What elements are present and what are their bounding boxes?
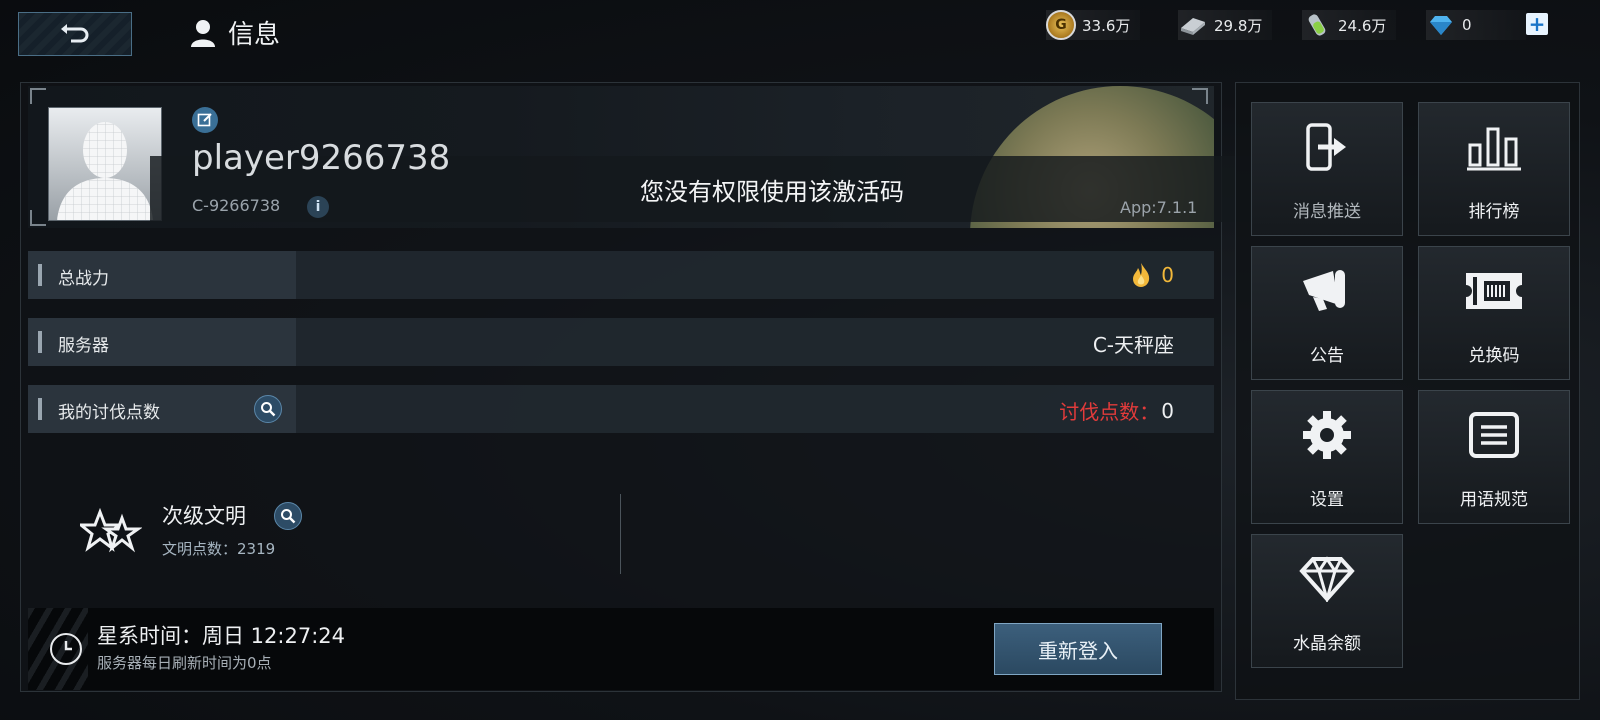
crusade-search-button[interactable] (254, 395, 282, 423)
gold-coin-icon: G (1046, 10, 1076, 40)
relogin-button[interactable]: 重新登入 (994, 623, 1162, 675)
clock-icon (50, 633, 82, 665)
server-label: 服务器 (58, 336, 109, 356)
power-row: 总战力 0 (28, 251, 1214, 299)
crusade-row: 我的讨伐点数 讨伐点数： 0 (28, 385, 1214, 433)
add-crystal-button[interactable]: + (1526, 13, 1548, 35)
gear-icon (1303, 411, 1351, 459)
gold-resource[interactable]: G 33.6万 (1046, 10, 1141, 40)
fuel-resource[interactable]: 24.6万 (1302, 10, 1397, 40)
fire-icon (1133, 263, 1150, 287)
divider (620, 494, 621, 574)
tile-label: 用语规范 (1460, 490, 1528, 510)
leaderboard-icon (1467, 127, 1521, 171)
app-version: App:7.1.1 (1120, 198, 1198, 217)
civilization-points: 文明点数：2319 (162, 540, 276, 558)
tile-settings[interactable]: 设置 (1251, 390, 1403, 524)
fuel-icon (1302, 10, 1332, 40)
avatar[interactable] (48, 107, 162, 221)
logout-icon (1306, 123, 1346, 171)
galaxy-time: 星系时间：周日 12:27:24 (97, 624, 345, 648)
tile-label: 兑换码 (1468, 346, 1520, 366)
stars-icon (80, 508, 142, 553)
alloy-value: 29.8万 (1214, 16, 1263, 35)
tile-redeem-code[interactable]: 兑换码 (1418, 246, 1570, 380)
crusade-label: 我的讨伐点数 (58, 403, 160, 423)
power-value: 0 (1161, 263, 1174, 287)
info-icon[interactable]: i (307, 196, 329, 218)
power-label: 总战力 (58, 269, 109, 289)
back-button[interactable] (18, 12, 132, 56)
edit-icon (197, 113, 212, 127)
crusade-value: 0 (1161, 398, 1174, 423)
toast-message: 您没有权限使用该激活码 (640, 178, 904, 206)
gold-value: 33.6万 (1082, 16, 1131, 35)
banner-corner (1192, 88, 1208, 104)
server-row: 服务器 C-天秤座 (28, 318, 1214, 366)
tile-label: 公告 (1310, 346, 1344, 366)
tile-label: 排行榜 (1468, 202, 1520, 222)
document-icon (1469, 412, 1519, 458)
crusade-value-label: 讨伐点数： (1059, 400, 1160, 424)
tile-label: 水晶余额 (1293, 634, 1361, 654)
search-icon (261, 402, 276, 417)
tile-language-policy[interactable]: 用语规范 (1418, 390, 1570, 524)
edit-name-button[interactable] (192, 107, 218, 133)
refresh-note: 服务器每日刷新时间为0点 (97, 654, 272, 672)
banner-corner (30, 88, 46, 104)
banner-corner (30, 210, 46, 226)
tile-label: 设置 (1310, 490, 1344, 510)
civilization-title: 次级文明 (162, 504, 246, 528)
ticket-icon (1466, 273, 1522, 309)
page-header: 信息 (190, 14, 280, 51)
back-arrow-icon (61, 24, 89, 43)
tile-label: 消息推送 (1293, 202, 1361, 222)
civilization-search-button[interactable] (274, 502, 302, 530)
user-icon (191, 19, 215, 47)
player-id: C-9266738 (192, 196, 281, 215)
tile-push-notifications[interactable]: 消息推送 (1251, 102, 1403, 236)
tile-announcement[interactable]: 公告 (1251, 246, 1403, 380)
alloy-resource[interactable]: 29.8万 (1178, 10, 1273, 40)
diamond-icon (1299, 556, 1355, 602)
player-name: player9266738 (192, 138, 451, 178)
tile-crystal-balance[interactable]: 水晶余额 (1251, 534, 1403, 668)
crystal-value: 0 (1462, 16, 1472, 34)
search-icon (281, 509, 296, 524)
page-title: 信息 (228, 20, 281, 50)
megaphone-icon (1303, 270, 1345, 311)
diamond-icon (1426, 10, 1456, 40)
alloy-icon (1178, 10, 1208, 40)
crystal-resource[interactable]: 0 (1426, 10, 1526, 40)
tile-leaderboard[interactable]: 排行榜 (1418, 102, 1570, 236)
fuel-value: 24.6万 (1338, 16, 1387, 35)
server-value: C-天秤座 (1092, 333, 1174, 357)
